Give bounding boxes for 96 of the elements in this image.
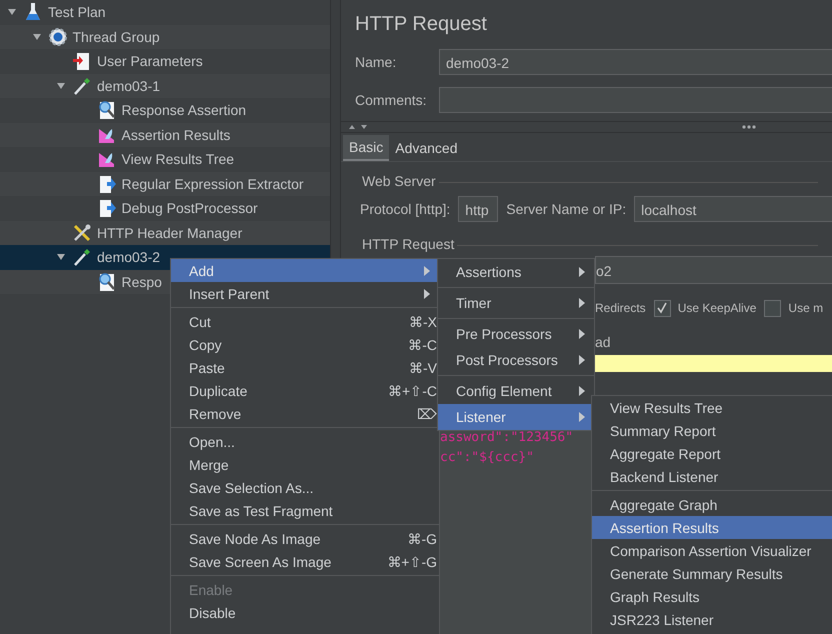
checkbox[interactable]	[764, 300, 782, 316]
node-label: Response Assertion	[122, 102, 246, 118]
menu-item[interactable]: Graph Results	[592, 585, 832, 608]
comments-field[interactable]	[439, 87, 832, 113]
menu-item[interactable]: Pre Processors	[438, 321, 594, 347]
name-field[interactable]: demo03-2	[439, 49, 832, 75]
node-label: Regular Expression Extractor	[122, 176, 304, 192]
menu-item[interactable]: Add	[171, 259, 439, 282]
code-line: assword":"123456"	[439, 430, 574, 447]
menu-item[interactable]: Aggregate Graph	[592, 493, 832, 516]
submenu-arrow-icon	[578, 328, 586, 340]
submenu-arrow-icon	[578, 354, 586, 366]
tree-row[interactable]: Assertion Results	[0, 122, 330, 147]
checkbox-label: Use m	[788, 301, 824, 315]
menu-item[interactable]: Duplicate ⌘+⇧-C	[171, 379, 439, 402]
menu-item[interactable]: Backend Listener	[592, 465, 832, 488]
pipette-icon	[72, 247, 92, 268]
tree-row[interactable]: Regular Expression Extractor	[0, 172, 330, 196]
menu-item[interactable]: Listener	[438, 404, 594, 430]
drag-handle-icon[interactable]	[741, 124, 757, 130]
code-line: cc":"${ccc}"	[439, 450, 534, 467]
submenu-arrow-icon	[423, 288, 431, 300]
expand-arrow-icon[interactable]	[32, 32, 42, 42]
menu-item[interactable]: Save Screen As Image ⌘+⇧-G	[171, 550, 439, 573]
tree-row[interactable]: HTTP Header Manager	[0, 220, 330, 245]
field-label: Protocol [http]:	[360, 201, 450, 217]
menu-item[interactable]: Assertions	[438, 259, 594, 285]
node-label: HTTP Header Manager	[97, 224, 242, 241]
submenu-arrow-icon	[423, 264, 431, 276]
menu-item[interactable]: Remove ⌦	[171, 402, 439, 425]
submenu-arrow-icon	[578, 297, 586, 309]
shortcut-label: ⌘+⇧-G	[387, 554, 437, 570]
shortcut-label: ⌘-X	[409, 314, 437, 330]
tree-row[interactable]: Thread Group	[0, 24, 330, 49]
node-label: demo03-2	[97, 249, 160, 266]
node-label: Respo	[122, 274, 162, 290]
menu-item[interactable]: Cut ⌘-X	[171, 310, 439, 333]
menu-item[interactable]: Timer	[438, 290, 594, 316]
shortcut-label: ⌘-C	[408, 336, 437, 352]
menu-item[interactable]: JSR223 Listener	[592, 608, 832, 631]
tools-icon	[72, 222, 92, 243]
menu-item[interactable]: Save Selection As...	[171, 476, 439, 499]
node-label: Debug PostProcessor	[122, 200, 258, 216]
field-label: Server Name or IP:	[506, 201, 626, 217]
pipette-icon	[72, 76, 92, 96]
submenu-arrow-icon	[578, 385, 586, 397]
path-field[interactable]: o2	[595, 256, 832, 284]
page-arrow-icon	[72, 51, 92, 72]
menu-item[interactable]: Copy ⌘-C	[171, 333, 439, 356]
menu-item[interactable]: Save as Test Fragment	[171, 499, 439, 522]
menu-item[interactable]: Comparison Assertion Visualizer	[592, 539, 832, 562]
menu-item[interactable]: Post Processors	[438, 347, 594, 373]
menu-item[interactable]: Aggregate Report	[592, 442, 832, 465]
node-label: User Parameters	[97, 53, 203, 70]
expand-arrow-icon[interactable]	[7, 7, 17, 18]
tab[interactable]: ad	[595, 334, 615, 354]
panel-title: HTTP Request	[354, 12, 488, 37]
submenu-arrow-icon	[578, 266, 586, 278]
protocol-field[interactable]: http	[458, 196, 498, 222]
tab[interactable]: Advanced	[389, 135, 464, 161]
menu-item[interactable]: Disable	[171, 601, 439, 624]
shortcut-label: ⌘-G	[407, 530, 437, 546]
shortcut-label: ⌘+⇧-C	[388, 382, 437, 398]
shortcut-label: ⌦	[417, 406, 437, 422]
shortcut-label: ⌘-V	[409, 360, 437, 376]
node-label: Test Plan	[48, 4, 106, 20]
node-label: View Results Tree	[122, 151, 234, 168]
node-label: Thread Group	[72, 28, 160, 45]
expand-arrow-icon[interactable]	[56, 252, 66, 262]
expand-arrow-icon[interactable]	[56, 80, 66, 91]
tree-row[interactable]: demo03-1	[0, 74, 330, 98]
menu-item[interactable]: Save Node As Image ⌘-G	[171, 527, 439, 550]
menu-item[interactable]: Paste ⌘-V	[171, 356, 439, 379]
node-label: Assertion Results	[122, 126, 230, 143]
submenu-arrow-icon	[578, 411, 586, 423]
magnifier-icon	[96, 272, 116, 292]
group-title: Web Server	[359, 173, 439, 189]
menu-item[interactable]: Config Element	[438, 378, 594, 404]
tab[interactable]: Basic	[343, 135, 390, 161]
field-label: Comments:	[355, 92, 428, 108]
node-label: demo03-1	[97, 78, 160, 94]
flask-icon	[23, 2, 43, 22]
menu-item[interactable]: Summary Report	[592, 419, 832, 442]
server-field[interactable]: localhost	[634, 196, 832, 222]
menu-item[interactable]: Generate Summary Results	[592, 562, 832, 585]
group-title: HTTP Request	[359, 236, 458, 252]
checkbox-label: Redirects	[595, 301, 646, 315]
checkbox-label: Use KeepAlive	[678, 301, 756, 315]
checkbox[interactable]	[654, 300, 671, 316]
menu-item[interactable]: Assertion Results	[592, 516, 832, 539]
menu-item[interactable]: Open...	[171, 430, 439, 453]
menu-item[interactable]: Merge	[171, 453, 439, 476]
menu-item[interactable]: View Results Tree	[592, 396, 832, 419]
magnifier-icon	[96, 100, 116, 120]
gear-icon	[48, 26, 68, 47]
field-label: Name:	[355, 54, 398, 70]
